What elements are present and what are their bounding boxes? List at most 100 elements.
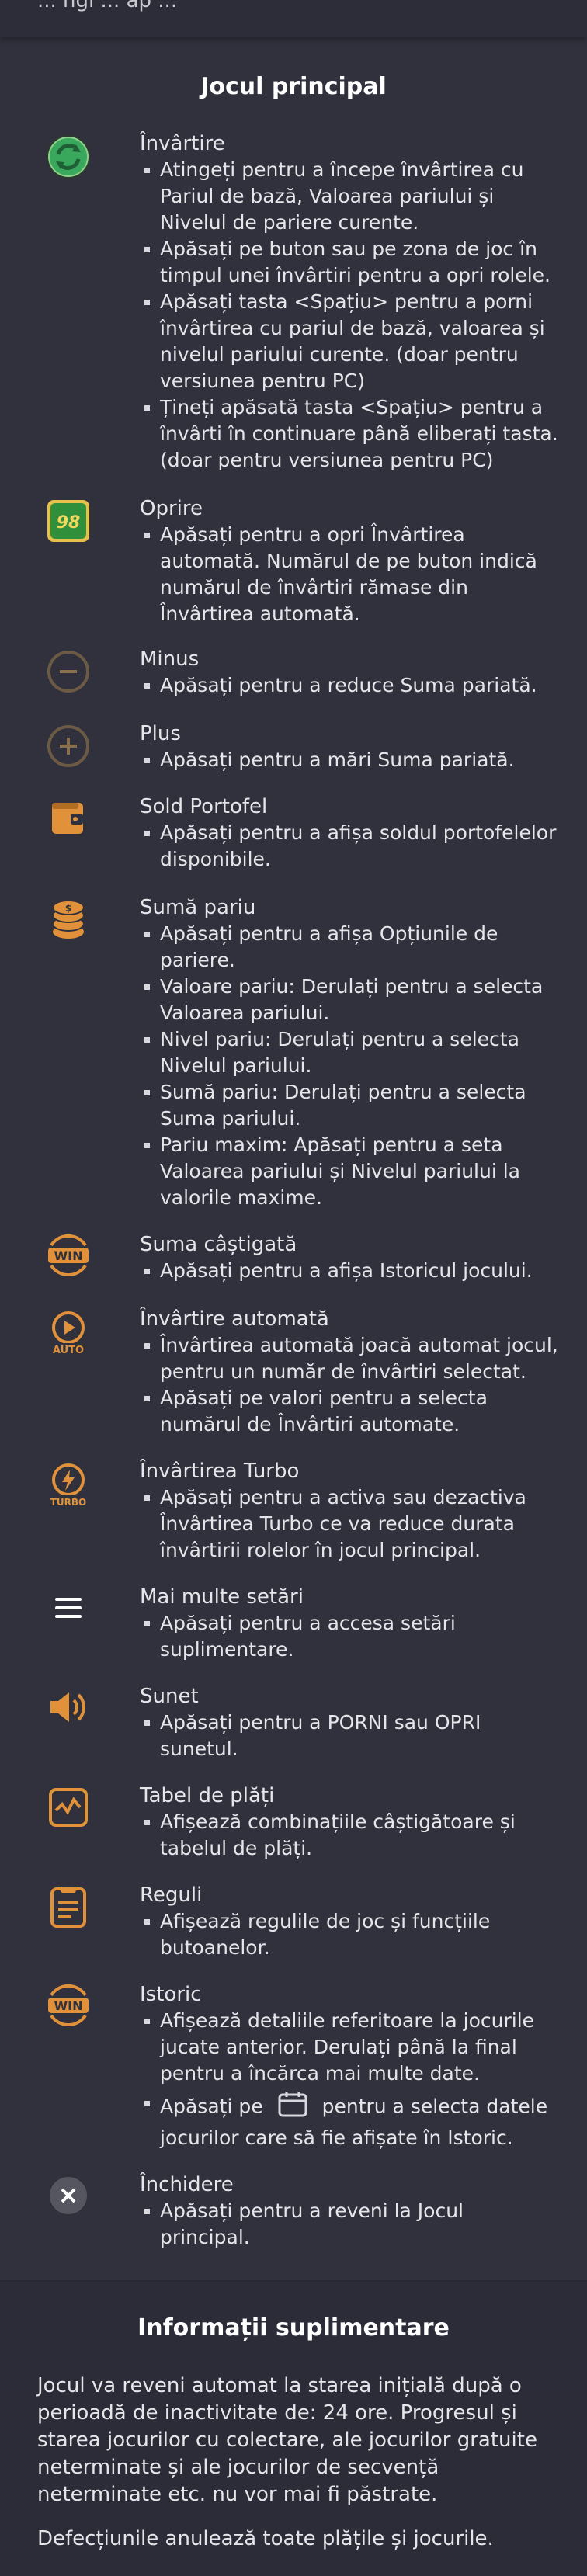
help-item-points: Învârtirea automată joacă automat jocul,… bbox=[140, 1332, 559, 1438]
plus-icon bbox=[37, 720, 99, 769]
calendar-point-after: pentru a selecta datele bbox=[321, 2095, 548, 2118]
help-point: Țineți apăsată tasta <Spațiu> pentru a î… bbox=[140, 394, 559, 474]
calendar-point-continuation: jocurilor care să fie afișate în Istoric… bbox=[160, 2126, 513, 2149]
help-item-content: Închidere Apăsați pentru a reveni la Jocu… bbox=[140, 2172, 559, 2251]
help-point: Afișează regulile de joc și funcțiile bu… bbox=[140, 1908, 559, 1961]
help-point: Afișează combinațiile câștigătoare și ta… bbox=[140, 1809, 559, 1862]
svg-text:WIN: WIN bbox=[54, 1998, 83, 2013]
help-item-points: Apăsați pentru a accesa setări supliment… bbox=[140, 1610, 559, 1663]
sound-icon bbox=[37, 1683, 99, 1728]
help-item-content: Tabel de plăți Afișează combinațiile câșt… bbox=[140, 1783, 559, 1862]
help-item-content: Învârtirea Turbo Apăsați pentru a activa … bbox=[140, 1458, 559, 1564]
help-point: Apăsați pe buton sau pe zona de joc în t… bbox=[140, 236, 559, 289]
help-item-title: Suma câștigată bbox=[140, 1233, 297, 1256]
help-point: Pariu maxim: Apăsați pentru a seta Valoa… bbox=[140, 1132, 559, 1211]
help-point: Apăsați pentru a reveni la Jocul princip… bbox=[140, 2198, 559, 2251]
help-item-history: WIN Istoric Afișează detaliile referitoare… bbox=[0, 1981, 587, 2151]
help-item-stop-autospin: 98 Oprire Apăsați pentru a opri Învârtirea… bbox=[0, 495, 587, 627]
help-item-points: Apăsați pentru a afișa Opțiunile de pari… bbox=[140, 921, 559, 1211]
additional-info-paragraph: Jocul va reveni automat la starea iniția… bbox=[37, 2374, 537, 2506]
help-point-calendar: Apăsați pe pentru a selecta datele jocuri… bbox=[140, 2090, 559, 2151]
help-point: Apăsați pentru a afișa Istoricul jocului… bbox=[140, 1258, 559, 1284]
paytable-icon bbox=[37, 1783, 99, 1829]
help-item-points: Afișează detaliile referitoare la jocuri… bbox=[140, 2008, 559, 2151]
help-point: Atingeți pentru a începe învârtirea cu P… bbox=[140, 157, 559, 236]
help-item-content: Învârtire Atingeți pentru a începe învârt… bbox=[140, 130, 559, 474]
help-item-points: Apăsați pentru a mări Suma pariată. bbox=[140, 747, 559, 773]
help-item-title: Închidere bbox=[140, 2173, 234, 2196]
help-item-content: Oprire Apăsați pentru a opri Învârtirea a… bbox=[140, 495, 559, 627]
help-point: Valoare pariu: Derulați pentru a selecta… bbox=[140, 974, 559, 1026]
help-item-coins: $ Sumă pariu Apăsați pentru a afișa Opțiun… bbox=[0, 894, 587, 1211]
help-item-title: Învârtirea Turbo bbox=[140, 1460, 300, 1483]
help-item-points: Apăsați pentru a reduce Suma pariată. bbox=[140, 672, 559, 699]
help-item-wallet: Sold Portofel Apăsați pentru a afișa sold… bbox=[0, 793, 587, 873]
turbo-icon: TURBO bbox=[37, 1458, 99, 1511]
help-item-points: Apăsați pentru a opri Învârtirea automat… bbox=[140, 522, 559, 627]
help-item-points: Apăsați pentru a activa sau dezactiva În… bbox=[140, 1484, 559, 1564]
help-point: Apăsați pentru a PORNI sau OPRI sunetul. bbox=[140, 1710, 559, 1762]
help-point: Apăsați pentru a mări Suma pariată. bbox=[140, 747, 559, 773]
spin-icon bbox=[37, 130, 99, 180]
help-item-minus: Minus Apăsați pentru a reduce Suma pariat… bbox=[0, 646, 587, 699]
help-item-title: Plus bbox=[140, 722, 181, 745]
help-point: Apăsați pentru a reduce Suma pariată. bbox=[140, 672, 559, 699]
help-item-points: Afișează regulile de joc și funcțiile bu… bbox=[140, 1908, 559, 1961]
help-item-title: Sunet bbox=[140, 1685, 199, 1708]
help-item-content: Minus Apăsați pentru a reduce Suma pariat… bbox=[140, 646, 559, 699]
help-point: Apăsați pentru a opri Învârtirea automat… bbox=[140, 522, 559, 627]
help-item-title: Sold Portofel bbox=[140, 795, 268, 818]
help-item-title: Minus bbox=[140, 647, 200, 671]
autospin-icon: AUTO bbox=[37, 1306, 99, 1359]
help-point: Apăsați pentru a accesa setări supliment… bbox=[140, 1610, 559, 1663]
additional-info-title: Informații suplimentare bbox=[137, 2314, 450, 2342]
calendar-point-before: Apăsați pe bbox=[160, 2095, 263, 2118]
additional-info-section: Informații suplimentare Jocul va reveni … bbox=[0, 2280, 587, 2576]
button-help-list: Învârtire Atingeți pentru a începe învârt… bbox=[0, 130, 587, 2251]
help-item-content: Suma câștigată Apăsați pentru a afișa Ist… bbox=[140, 1231, 559, 1284]
help-point: Apăsați pentru a afișa soldul portofelel… bbox=[140, 820, 559, 873]
help-point: Apăsați pentru a activa sau dezactiva În… bbox=[140, 1484, 559, 1564]
help-item-win: WIN Suma câștigată Apăsați pentru a afișa … bbox=[0, 1231, 587, 1284]
help-item-content: Sold Portofel Apăsați pentru a afișa sold… bbox=[140, 793, 559, 873]
help-item-points: Apăsați pentru a afișa soldul portofelel… bbox=[140, 820, 559, 873]
help-item-plus: Plus Apăsați pentru a mări Suma pariată. bbox=[0, 720, 587, 773]
help-item-title: Mai multe setări bbox=[140, 1585, 304, 1609]
help-point: Nivel pariu: Derulați pentru a selecta N… bbox=[140, 1026, 559, 1079]
help-point: Apăsați pe valori pentru a selecta număr… bbox=[140, 1385, 559, 1438]
main-game-title: Jocul principal bbox=[200, 73, 387, 100]
coins-icon: $ bbox=[37, 894, 99, 943]
minus-icon bbox=[37, 646, 99, 694]
help-item-spin: Învârtire Atingeți pentru a începe învârt… bbox=[0, 130, 587, 474]
wallet-icon bbox=[37, 793, 99, 838]
help-item-content: Sumă pariu Apăsați pentru a afișa Opțiuni… bbox=[140, 894, 559, 1211]
partial-text: ... ngi ... ap ... bbox=[37, 0, 178, 12]
previous-section-partial: ... ngi ... ap ... bbox=[0, 0, 587, 37]
help-item-content: Sunet Apăsați pentru a PORNI sau OPRI sun… bbox=[140, 1683, 559, 1762]
help-point: Afișează detaliile referitoare la jocuri… bbox=[140, 2008, 559, 2087]
help-item-title: Sumă pariu bbox=[140, 896, 256, 919]
help-item-autospin: AUTO Învârtire automată Învârtirea automat… bbox=[0, 1306, 587, 1438]
help-item-title: Oprire bbox=[140, 497, 203, 520]
svg-text:AUTO: AUTO bbox=[53, 1345, 84, 1356]
help-item-title: Tabel de plăți bbox=[140, 1784, 275, 1807]
help-point: Învârtirea automată joacă automat jocul,… bbox=[140, 1332, 559, 1385]
help-item-content: Plus Apăsați pentru a mări Suma pariată. bbox=[140, 720, 559, 773]
help-item-points: Apăsați pentru a afișa Istoricul jocului… bbox=[140, 1258, 559, 1284]
svg-text:TURBO: TURBO bbox=[50, 1497, 87, 1508]
help-item-content: Învârtire automată Învârtirea automată jo… bbox=[140, 1306, 559, 1438]
help-item-rules: Reguli Afișează regulile de joc și funcți… bbox=[0, 1882, 587, 1961]
help-item-content: Istoric Afișează detaliile referitoare la… bbox=[140, 1981, 559, 2151]
help-item-paytable: Tabel de plăți Afișează combinațiile câșt… bbox=[0, 1783, 587, 1862]
help-item-title: Învârtire automată bbox=[140, 1307, 329, 1331]
rules-icon bbox=[37, 1882, 99, 1929]
help-item-title: Învârtire bbox=[140, 132, 225, 155]
help-item-close: Închidere Apăsați pentru a reveni la Jocu… bbox=[0, 2172, 587, 2251]
help-item-sound: Sunet Apăsați pentru a PORNI sau OPRI sun… bbox=[0, 1683, 587, 1762]
history-icon: WIN bbox=[37, 1981, 99, 2026]
help-point: Apăsați pentru a afișa Opțiunile de pari… bbox=[140, 921, 559, 974]
help-item-points: Apăsați pentru a PORNI sau OPRI sunetul. bbox=[140, 1710, 559, 1762]
help-item-title: Istoric bbox=[140, 1983, 202, 2006]
calendar-icon bbox=[277, 2090, 308, 2125]
help-item-points: Apăsați pentru a reveni la Jocul princip… bbox=[140, 2198, 559, 2251]
